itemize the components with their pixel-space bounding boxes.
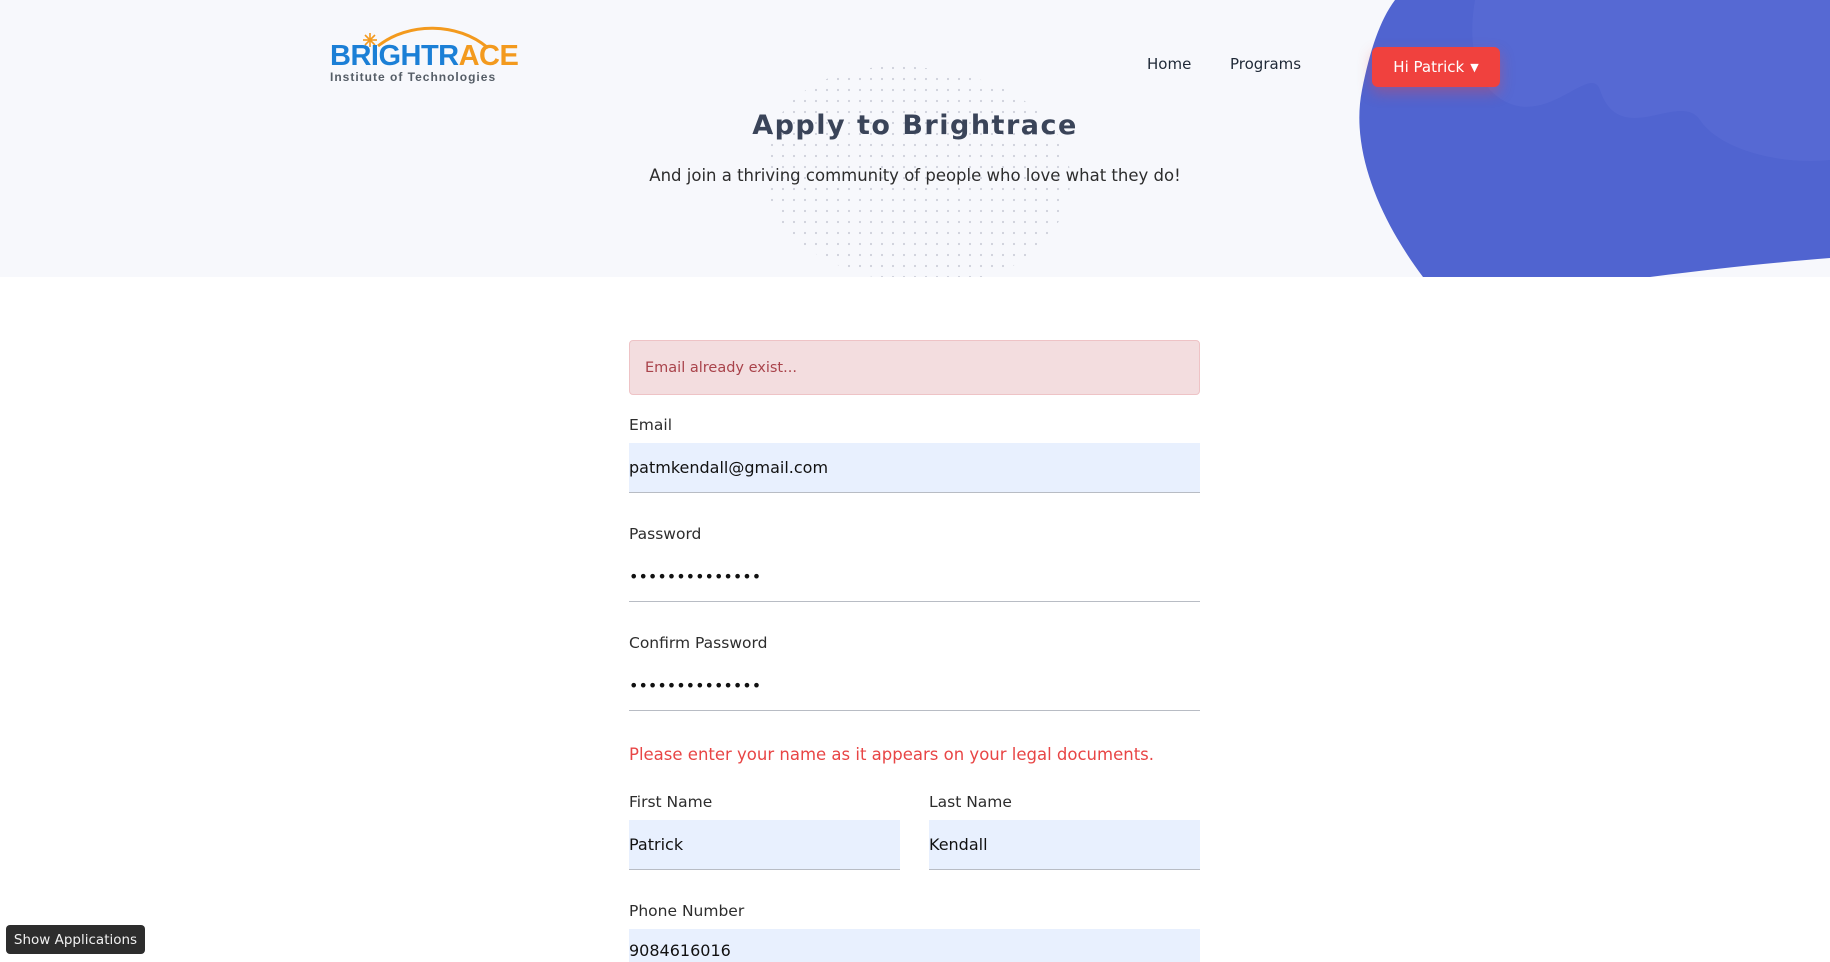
last-name-input[interactable] <box>929 820 1200 870</box>
brightrace-logo[interactable]: BRIGHTRACE Institute of Technologies <box>328 24 519 86</box>
caret-down-icon: ▼ <box>1470 60 1479 74</box>
email-label: Email <box>629 416 673 434</box>
phone-input[interactable] <box>629 929 1200 962</box>
logo-tagline: Institute of Technologies <box>330 70 497 84</box>
page-title: Apply to Brightrace <box>752 110 1078 141</box>
user-menu-button[interactable]: Hi Patrick ▼ <box>1372 47 1500 87</box>
logo-wordmark: BRIGHTRACE <box>330 40 519 72</box>
hero-banner: BRIGHTRACE Institute of Technologies Hom… <box>0 0 1830 277</box>
confirm-password-label: Confirm Password <box>629 634 768 652</box>
legal-name-note: Please enter your name as it appears on … <box>629 745 1155 764</box>
logo-word-part1: BRIGHTR <box>330 40 459 72</box>
page-subtitle: And join a thriving community of people … <box>649 166 1181 185</box>
last-name-label: Last Name <box>929 793 1012 811</box>
error-alert-message: Email already exist... <box>645 359 797 376</box>
show-applications-button[interactable]: Show Applications <box>6 925 145 954</box>
password-input[interactable] <box>629 552 1200 602</box>
confirm-password-input[interactable] <box>629 661 1200 711</box>
email-input[interactable] <box>629 443 1200 493</box>
nav-programs-link[interactable]: Programs <box>1230 57 1301 72</box>
nav-home-link[interactable]: Home <box>1147 57 1191 72</box>
first-name-input[interactable] <box>629 820 900 870</box>
logo-word-part2: ACE <box>458 40 519 72</box>
phone-label: Phone Number <box>629 902 745 920</box>
password-label: Password <box>629 525 702 543</box>
user-menu-label: Hi Patrick <box>1393 58 1465 76</box>
show-applications-label: Show Applications <box>13 931 138 948</box>
first-name-label: First Name <box>629 793 713 811</box>
error-alert: Email already exist... <box>629 340 1200 395</box>
